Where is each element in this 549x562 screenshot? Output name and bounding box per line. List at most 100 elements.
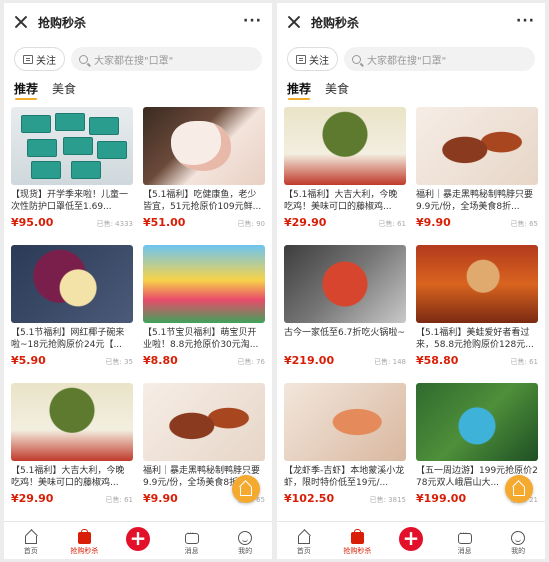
- product-card[interactable]: 【龙虾季-吉虾】本地蒙溪小龙虾，限时特价低至19元/... ¥102.50 已售:…: [284, 383, 406, 513]
- product-image: [416, 383, 538, 461]
- more-menu-icon[interactable]: ···: [516, 14, 535, 28]
- shopping-bag-icon: [350, 529, 364, 544]
- product-image: [143, 245, 265, 323]
- product-title: 福利｜暴走黑鸭秘制鸭脖只要9.9元/份，全场美食8折...: [416, 190, 534, 212]
- product-card[interactable]: 【5.1节宝贝福利】萌宝贝开业啦！8.8元抢原价30元淘... ¥8.80 已售:…: [143, 245, 265, 375]
- product-sold-count: 已售: 76: [237, 358, 266, 366]
- product-title: 【现货】开学季来啦！儿童一次性防护口罩低至1.69...: [11, 190, 129, 212]
- tabbar-item-me[interactable]: 我的: [493, 531, 543, 556]
- home-icon: [297, 536, 310, 544]
- product-sold-count: 已售: 65: [510, 220, 539, 228]
- profile-icon: [511, 531, 526, 545]
- product-sold-count: 已售: 35: [105, 358, 134, 366]
- title-bar: 抢购秒杀 ···: [4, 3, 272, 41]
- product-title: 【5.1福利】大吉大利，今晚吃鸡！美味可口的藤椒鸡...: [284, 190, 398, 212]
- close-icon[interactable]: [14, 15, 28, 29]
- home-icon: [24, 536, 37, 544]
- tabbar-item-add[interactable]: +: [113, 527, 163, 556]
- home-float-button[interactable]: [232, 475, 260, 503]
- follow-button[interactable]: 关注: [287, 47, 338, 71]
- product-image: [416, 107, 538, 185]
- product-card[interactable]: 古今一家低至6.7折吃火锅啦~ ¥219.00 已售: 148: [284, 245, 406, 375]
- phone-screen-left: 抢购秒杀 ··· 关注 大家都在搜"口罩" 推荐 美食 【现货】开学季来啦！儿童…: [4, 3, 272, 559]
- product-price: ¥5.90: [11, 354, 46, 367]
- follow-button[interactable]: 关注: [14, 47, 65, 71]
- more-menu-icon[interactable]: ···: [243, 14, 262, 28]
- shopping-bag-icon: [77, 529, 91, 544]
- tabbar-item-home[interactable]: 首页: [279, 530, 329, 556]
- product-card[interactable]: 【现货】开学季来啦！儿童一次性防护口罩低至1.69... ¥95.00 已售: 4…: [11, 107, 133, 237]
- product-title: 【5.1福利】大吉大利，今晚吃鸡！美味可口的藤椒鸡...: [11, 466, 125, 488]
- tabbar-item-flash-sale[interactable]: 抢购秒杀: [332, 529, 382, 556]
- product-sold-count: 已售: 61: [378, 220, 407, 228]
- follow-icon: [296, 54, 306, 64]
- product-card[interactable]: 【5.1福利】美蛙爱好者看过来，58.8元抢购原价128元... ¥58.80 已…: [416, 245, 538, 375]
- tabbar-label: 消息: [457, 547, 472, 555]
- product-sold-count: 已售: 61: [105, 496, 134, 504]
- product-image: [416, 245, 538, 323]
- search-input[interactable]: 大家都在搜"口罩": [344, 47, 535, 71]
- product-card[interactable]: 福利｜暴走黑鸭秘制鸭脖只要9.9元/份，全场美食8折... ¥9.90 已售: 6…: [416, 107, 538, 237]
- bottom-tab-bar: 首页 抢购秒杀 + 消息 我的: [277, 521, 545, 559]
- tab-recommend[interactable]: 推荐: [14, 77, 38, 101]
- product-card[interactable]: 【5.1福利】大吉大利，今晚吃鸡！美味可口的藤椒鸡... ¥29.90 已售: 6…: [284, 107, 406, 237]
- product-image: [11, 383, 133, 461]
- home-icon: [513, 486, 525, 496]
- profile-icon: [238, 531, 253, 545]
- product-price: ¥29.90: [11, 492, 54, 505]
- phone-screen-right: 抢购秒杀 ··· 关注 大家都在搜"口罩" 推荐 美食 【5.1福利】大吉大利，…: [277, 3, 545, 559]
- product-image: [143, 107, 265, 185]
- title-bar: 抢购秒杀 ···: [277, 3, 545, 41]
- product-title: 【5.1节福利】网红椰子碗来啦~18元抢购原价24元【...: [11, 328, 125, 350]
- product-title: 【5.1福利】吃健康鱼，老少皆宜，51元抢原价109元鲜...: [143, 190, 262, 212]
- plus-icon: +: [398, 527, 423, 551]
- tabbar-label: 我的: [511, 547, 526, 555]
- product-title: 【龙虾季-吉虾】本地蒙溪小龙虾，限时特价低至19元/...: [284, 466, 405, 488]
- product-card[interactable]: 【5.1节福利】网红椰子碗来啦~18元抢购原价24元【... ¥5.90 已售: …: [11, 245, 133, 375]
- search-placeholder: 大家都在搜"口罩": [94, 55, 174, 67]
- product-image: [11, 245, 133, 323]
- product-price: ¥58.80: [416, 354, 459, 367]
- plus-icon: +: [125, 527, 150, 551]
- home-float-button[interactable]: [505, 475, 533, 503]
- tab-recommend[interactable]: 推荐: [287, 77, 311, 101]
- follow-label: 关注: [309, 55, 329, 67]
- product-price: ¥95.00: [11, 216, 54, 229]
- product-image: [143, 383, 265, 461]
- product-image: [284, 245, 406, 323]
- tabbar-item-messages[interactable]: 消息: [440, 529, 490, 556]
- screenshot-stage: 抢购秒杀 ··· 关注 大家都在搜"口罩" 推荐 美食 【现货】开学季来啦！儿童…: [0, 0, 549, 562]
- tab-food[interactable]: 美食: [52, 77, 76, 101]
- search-row: 关注 大家都在搜"口罩": [277, 41, 545, 77]
- product-card[interactable]: 【5.1福利】吃健康鱼，老少皆宜，51元抢原价109元鲜... ¥51.00 已售…: [143, 107, 265, 237]
- product-sold-count: 已售: 90: [237, 220, 266, 228]
- tabbar-item-me[interactable]: 我的: [220, 531, 270, 556]
- product-card[interactable]: 【5.1福利】大吉大利，今晚吃鸡！美味可口的藤椒鸡... ¥29.90 已售: 6…: [11, 383, 133, 513]
- product-grid: 【现货】开学季来啦！儿童一次性防护口罩低至1.69... ¥95.00 已售: 4…: [4, 107, 272, 523]
- tabbar-label: 首页: [23, 547, 38, 555]
- tabbar-item-messages[interactable]: 消息: [167, 529, 217, 556]
- search-input[interactable]: 大家都在搜"口罩": [71, 47, 262, 71]
- product-sold-count: 已售: 3815: [369, 496, 406, 504]
- tabbar-item-add[interactable]: +: [386, 527, 436, 556]
- product-price: ¥219.00: [284, 354, 335, 367]
- product-price: ¥102.50: [284, 492, 335, 505]
- bottom-tab-bar: 首页 抢购秒杀 + 消息 我的: [4, 521, 272, 559]
- tabbar-label: 抢购秒杀: [343, 547, 372, 555]
- product-image: [11, 107, 133, 185]
- page-title: 抢购秒杀: [38, 15, 87, 30]
- product-image: [284, 107, 406, 185]
- tab-food[interactable]: 美食: [325, 77, 349, 101]
- product-price: ¥51.00: [143, 216, 186, 229]
- product-title: 【5.1福利】美蛙爱好者看过来，58.8元抢购原价128元...: [416, 328, 534, 350]
- tabbar-label: 我的: [238, 547, 253, 555]
- product-price: ¥9.90: [143, 492, 178, 505]
- tabbar-label: 抢购秒杀: [70, 547, 99, 555]
- close-icon[interactable]: [287, 15, 301, 29]
- follow-icon: [23, 54, 33, 64]
- message-icon: [184, 529, 199, 544]
- tabbar-item-flash-sale[interactable]: 抢购秒杀: [59, 529, 109, 556]
- tabbar-item-home[interactable]: 首页: [6, 530, 56, 556]
- product-grid: 【5.1福利】大吉大利，今晚吃鸡！美味可口的藤椒鸡... ¥29.90 已售: 6…: [277, 107, 545, 523]
- page-title: 抢购秒杀: [311, 15, 360, 30]
